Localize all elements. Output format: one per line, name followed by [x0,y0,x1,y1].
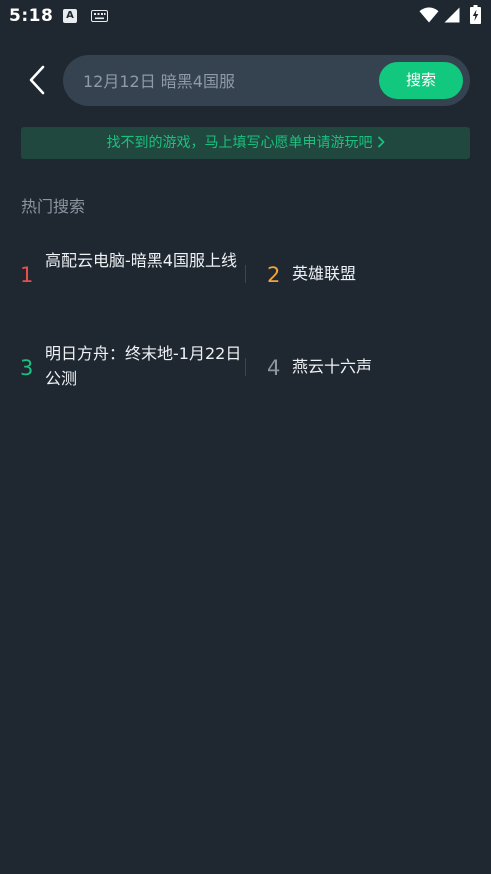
status-bar: 5:18 A [0,0,491,34]
search-page: 5:18 A 搜索 找不到的游戏，马上填写心愿单申请游玩吧 [0,0,491,874]
rank-number: 4 [267,356,281,380]
battery-charging-icon [470,5,481,24]
rank-number: 1 [20,263,34,287]
hot-search-item-2[interactable]: 2 英雄联盟 [246,244,491,304]
back-button[interactable] [24,63,52,97]
keyboard-icon [91,10,108,22]
chevron-left-icon [29,65,45,95]
wifi-icon [419,7,439,23]
search-input[interactable] [83,68,373,94]
chevron-right-icon [377,136,384,148]
hot-search-label: 英雄联盟 [292,264,357,283]
search-bar: 搜索 [63,55,470,106]
a-notification-icon: A [63,9,77,23]
rank-number: 3 [20,356,34,380]
status-time: 5:18 [9,6,54,26]
hot-search-item-3[interactable]: 3 明日方舟：终末地-1月22日公测 [0,338,245,398]
hot-search-label: 高配云电脑-暗黑4国服上线 [45,251,237,270]
hot-search-item-1[interactable]: 1 高配云电脑-暗黑4国服上线 [0,244,245,304]
banner-text: 找不到的游戏，马上填写心愿单申请游玩吧 [106,135,373,151]
hot-search-label: 燕云十六声 [292,357,373,376]
signal-icon [444,7,460,23]
wishlist-request-banner[interactable]: 找不到的游戏，马上填写心愿单申请游玩吧 [21,127,470,159]
hot-search-label: 明日方舟：终末地-1月22日公测 [45,344,242,388]
hot-search-item-4[interactable]: 4 燕云十六声 [246,338,491,398]
hot-search-title: 热门搜索 [21,197,86,216]
search-button[interactable]: 搜索 [379,62,463,99]
rank-number: 2 [267,263,281,287]
